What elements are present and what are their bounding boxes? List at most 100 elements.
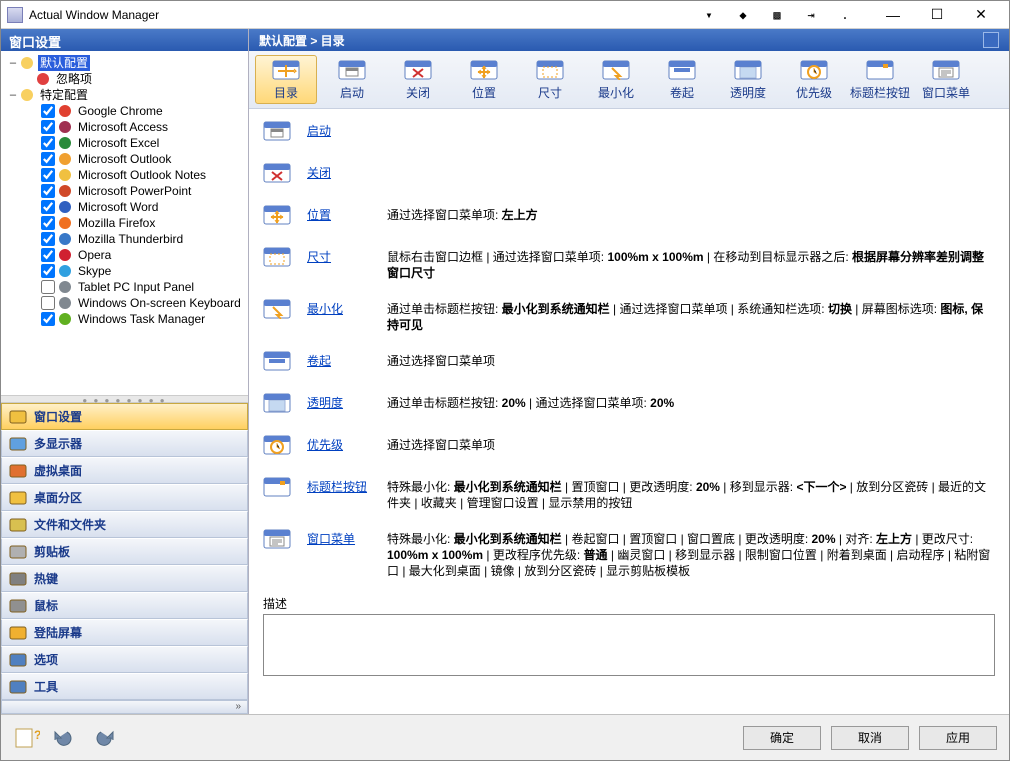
- nav-item[interactable]: 窗口设置: [1, 403, 248, 430]
- tree-app-checkbox[interactable]: [41, 248, 55, 262]
- tree-app-checkbox[interactable]: [41, 232, 55, 246]
- tree-app-checkbox[interactable]: [41, 104, 55, 118]
- nav-item[interactable]: 多显示器: [1, 430, 248, 457]
- section-link[interactable]: 透明度: [307, 391, 387, 411]
- app-icon: [7, 7, 23, 23]
- section-link[interactable]: 窗口菜单: [307, 527, 387, 547]
- breadcrumb: 默认配置 > 目录: [259, 32, 345, 49]
- toolbar-button[interactable]: 关闭: [387, 55, 449, 104]
- tree-app-item[interactable]: Microsoft Access: [3, 119, 246, 135]
- gripper[interactable]: ● ● ● ● ● ● ● ●: [1, 395, 248, 403]
- tree-app-checkbox[interactable]: [41, 200, 55, 214]
- titlebar-extra-icons[interactable]: ▾◆▩⇥.: [701, 8, 853, 22]
- toolbar-button[interactable]: 最小化: [585, 55, 647, 104]
- nav-item[interactable]: 工具: [1, 673, 248, 700]
- nav-item[interactable]: 桌面分区: [1, 484, 248, 511]
- section-link[interactable]: 最小化: [307, 297, 387, 317]
- section-link[interactable]: 启动: [307, 119, 387, 139]
- tree-app-checkbox[interactable]: [41, 120, 55, 134]
- duplicate-icon[interactable]: [983, 32, 999, 48]
- section-link[interactable]: 位置: [307, 203, 387, 223]
- section-link[interactable]: 卷起: [307, 349, 387, 369]
- footer: ? 确定 取消 应用: [1, 714, 1009, 760]
- tree-app-item[interactable]: Opera: [3, 247, 246, 263]
- toolbar-button[interactable]: 标题栏按钮: [849, 55, 911, 104]
- nav-item[interactable]: 虚拟桌面: [1, 457, 248, 484]
- tree-app-label: Windows Task Manager: [76, 311, 207, 327]
- tree-app-item[interactable]: Microsoft Excel: [3, 135, 246, 151]
- tree-app-checkbox[interactable]: [41, 152, 55, 166]
- tree-app-label: Google Chrome: [76, 103, 165, 119]
- tree-ignore[interactable]: 忽略项: [3, 71, 246, 87]
- nav-item[interactable]: 剪贴板: [1, 538, 248, 565]
- tree-app-checkbox[interactable]: [41, 184, 55, 198]
- toolbar-button[interactable]: 尺寸: [519, 55, 581, 104]
- toolbar-button[interactable]: 窗口菜单: [915, 55, 977, 104]
- tree-specific-config[interactable]: −特定配置: [3, 87, 246, 103]
- tree-app-item[interactable]: Skype: [3, 263, 246, 279]
- section-link[interactable]: 优先级: [307, 433, 387, 453]
- undo-icon[interactable]: [51, 724, 79, 752]
- toolbar-button[interactable]: 位置: [453, 55, 515, 104]
- tree-app-label: Microsoft Access: [76, 119, 170, 135]
- tree-app-checkbox[interactable]: [41, 136, 55, 150]
- app-icon: [57, 199, 73, 215]
- tree-app-item[interactable]: Mozilla Firefox: [3, 215, 246, 231]
- tree-app-item[interactable]: Windows On-screen Keyboard: [3, 295, 246, 311]
- toolbar: 目录启动关闭位置 尺寸最小化卷起透明度优先级标题栏按钮窗口菜单: [249, 51, 1009, 109]
- tree-app-checkbox[interactable]: [41, 168, 55, 182]
- nav-item[interactable]: 选项: [1, 646, 248, 673]
- nav-label: 登陆屏幕: [34, 624, 82, 641]
- minimize-button[interactable]: —: [871, 2, 915, 28]
- tree-app-item[interactable]: Windows Task Manager: [3, 311, 246, 327]
- toolbar-label: 最小化: [598, 84, 634, 101]
- section-row: 尺寸鼠标右击窗口边框 | 通过选择窗口菜单项: 100%m x 100%m | …: [263, 245, 995, 281]
- nav-item[interactable]: 登陆屏幕: [1, 619, 248, 646]
- ok-button[interactable]: 确定: [743, 726, 821, 750]
- tree-app-item[interactable]: Microsoft Outlook: [3, 151, 246, 167]
- tree-default-config[interactable]: −默认配置: [3, 55, 246, 71]
- nav-item[interactable]: 热键: [1, 565, 248, 592]
- toolbar-button[interactable]: 卷起: [651, 55, 713, 104]
- tree-app-item[interactable]: Mozilla Thunderbird: [3, 231, 246, 247]
- tree-app-item[interactable]: Microsoft PowerPoint: [3, 183, 246, 199]
- nav-icon: [8, 651, 28, 669]
- apply-button[interactable]: 应用: [919, 726, 997, 750]
- section-link[interactable]: 标题栏按钮: [307, 475, 387, 495]
- left-panel-header: 窗口设置: [1, 29, 248, 51]
- section-link[interactable]: 关闭: [307, 161, 387, 181]
- nav-item[interactable]: 文件和文件夹: [1, 511, 248, 538]
- toolbar-button[interactable]: 透明度: [717, 55, 779, 104]
- tree-app-checkbox[interactable]: [41, 216, 55, 230]
- toolbar-button[interactable]: 启动: [321, 55, 383, 104]
- tree-app-checkbox[interactable]: [41, 264, 55, 278]
- tree-app-checkbox[interactable]: [41, 280, 55, 294]
- config-tree[interactable]: −默认配置忽略项−特定配置Google ChromeMicrosoft Acce…: [1, 51, 248, 395]
- help-icon[interactable]: ?: [13, 724, 41, 752]
- redo-icon[interactable]: [89, 724, 117, 752]
- nav-item[interactable]: 鼠标: [1, 592, 248, 619]
- tree-app-item[interactable]: Tablet PC Input Panel: [3, 279, 246, 295]
- tree-app-item[interactable]: Microsoft Word: [3, 199, 246, 215]
- tree-app-checkbox[interactable]: [41, 296, 55, 310]
- section-row: 位置通过选择窗口菜单项: 左上方: [263, 203, 995, 229]
- nav-list: 窗口设置多显示器虚拟桌面桌面分区文件和文件夹剪贴板热键鼠标登陆屏幕选项工具: [1, 403, 248, 700]
- section-desc: 通过选择窗口菜单项: 左上方: [387, 203, 995, 223]
- close-button[interactable]: ✕: [959, 2, 1003, 28]
- cancel-button[interactable]: 取消: [831, 726, 909, 750]
- tree-app-checkbox[interactable]: [41, 312, 55, 326]
- tree-app-item[interactable]: Google Chrome: [3, 103, 246, 119]
- app-icon: [57, 263, 73, 279]
- section-row: 启动: [263, 119, 995, 145]
- description-input[interactable]: [263, 614, 995, 676]
- toolbar-label: 位置: [472, 84, 496, 101]
- tree-app-item[interactable]: Microsoft Outlook Notes: [3, 167, 246, 183]
- nav-label: 鼠标: [34, 597, 58, 614]
- nav-label: 工具: [34, 678, 58, 695]
- toolbar-button[interactable]: 目录: [255, 55, 317, 104]
- maximize-button[interactable]: ☐: [915, 2, 959, 28]
- toolbar-icon: [800, 58, 828, 82]
- section-link[interactable]: 尺寸: [307, 245, 387, 265]
- nav-overflow[interactable]: »: [1, 700, 248, 714]
- toolbar-button[interactable]: 优先级: [783, 55, 845, 104]
